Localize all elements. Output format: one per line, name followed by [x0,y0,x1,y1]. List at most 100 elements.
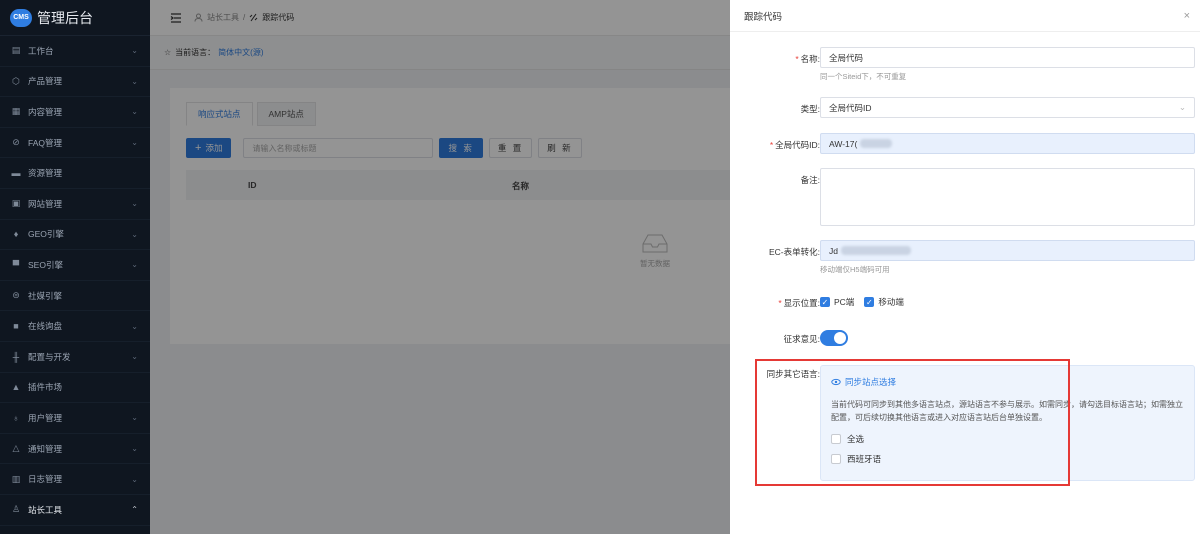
sidebar-item-label: 社媒引擎 [28,290,63,301]
sidebar-item-13[interactable]: △ 通知管理 ⌄ [0,434,150,465]
type-select-value: 全局代码ID [829,102,872,113]
sidebar-item-3[interactable]: ⊘ FAQ管理 ⌄ [0,128,150,159]
chevron-down-icon: ⌄ [131,76,138,86]
sidebar-item-label: SEO引擎 [28,259,63,270]
ec-input[interactable]: Jd [820,240,1195,261]
consent-label: 征求意见: [783,334,820,344]
social-icon: ⊜ [12,290,20,301]
consent-toggle[interactable] [820,330,848,346]
seo-icon: ▀ [12,259,20,270]
sidebar-menu: ▤ 工作台 ⌄ ⬡ 产品管理 ⌄ ▦ 内容管理 ⌄ ⊘ FAQ管理 ⌄ ▬ 资源管理 ▣ 网站管理 ⌄ ♦ GEO引… [0,36,150,526]
sidebar-item-label: 内容管理 [28,106,63,117]
remark-label: 备注: [800,175,820,185]
display-label-text: 显示位置: [783,298,820,308]
sidebar-item-11[interactable]: ▲ 插件市场 [0,373,150,404]
sidebar-item-1[interactable]: ⬡ 产品管理 ⌄ [0,67,150,98]
sidebar-item-5[interactable]: ▣ 网站管理 ⌄ [0,189,150,220]
chevron-down-icon: ⌄ [1178,102,1186,112]
sidebar-item-10[interactable]: ╫ 配置与开发 ⌄ [0,342,150,373]
sidebar-item-label: 资源管理 [28,168,63,179]
sidebar-item-label: 日志管理 [28,474,63,485]
sidebar-item-15[interactable]: ♙ 站长工具 ⌃ [0,495,150,526]
plugin-icon: ▲ [11,382,21,393]
sidebar-item-0[interactable]: ▤ 工作台 ⌄ [0,36,150,67]
close-icon[interactable]: × [1184,10,1190,22]
website-icon: ▣ [11,198,21,209]
checkbox-mobile[interactable]: ✓ 移动端 [864,296,904,308]
ec-value: Jd [829,245,838,256]
sidebar-item-2[interactable]: ▦ 内容管理 ⌄ [0,97,150,128]
document-icon: ▦ [11,106,21,117]
drawer-header: 跟踪代码 × [730,0,1200,32]
chevron-down-icon: ⌄ [131,46,138,56]
checkbox-select-all[interactable]: 全选 [831,433,1184,445]
sidebar-item-14[interactable]: ▥ 日志管理 ⌄ [0,464,150,495]
display-label: * 显示位置: [778,298,820,308]
name-label-text: 名称: [800,54,820,64]
user-icon: ♁ [12,412,20,423]
resource-icon: ▬ [11,168,21,179]
log-icon: ▥ [11,473,21,484]
check-icon: ✓ [820,297,830,307]
sync-panel: 同步站点选择 当前代码可同步到其他多语言站点，源站语言不参与展示。如需同步，请勾… [820,365,1195,481]
sidebar-item-9[interactable]: ■ 在线询盘 ⌄ [0,311,150,342]
dashboard-icon: ▤ [11,45,21,56]
chevron-down-icon: ⌄ [131,199,138,209]
sidebar-item-8[interactable]: ⊜ 社媒引擎 [0,281,150,312]
display-options: ✓ PC端 ✓ 移动端 [820,296,914,308]
chevron-down-icon: ⌄ [131,444,138,454]
sidebar-item-label: 工作台 [28,45,54,56]
sync-site-select-link[interactable]: 同步站点选择 [831,376,1184,388]
chevron-down-icon: ⌄ [131,107,138,117]
ec-hint: 移动端仅H5端码可用 [820,265,890,274]
checkbox-pc[interactable]: ✓ PC端 [820,296,854,308]
chevron-down-icon: ⌄ [131,352,138,362]
sidebar: CMS 管理后台 ▤ 工作台 ⌄ ⬡ 产品管理 ⌄ ▦ 内容管理 ⌄ ⊘ FAQ管理 ⌄ ▬ 资源管理 ▣ 网… [0,0,150,534]
drawer-title: 跟踪代码 [744,11,783,23]
sync-link-label: 同步站点选择 [845,377,897,387]
tracking-code-drawer: 跟踪代码 × * 名称: 全局代码 同一个Siteid下，不可重复 类型: 全局代… [730,0,1200,534]
select-all-label: 全选 [847,434,865,444]
global-id-label: * 全局代码ID: [769,140,820,150]
sidebar-item-label: GEO引擎 [28,229,64,240]
sidebar-item-6[interactable]: ♦ GEO引擎 ⌄ [0,220,150,251]
global-id-value: AW-17( [829,138,858,149]
chevron-down-icon: ⌄ [131,474,138,484]
main-content: 站长工具 / 跟踪代码 ☆ 当前语言： 简体中文(源) 响应式站点 AMP站点 … [150,0,730,534]
sidebar-item-label: 站长工具 [28,504,63,515]
global-id-label-text: 全局代码ID: [775,140,820,150]
global-id-input[interactable]: AW-17( [820,133,1195,154]
redacted-blur [840,246,911,255]
chevron-down-icon: ⌄ [131,229,138,239]
chevron-down-icon: ⌄ [131,138,138,148]
sidebar-item-label: 通知管理 [28,443,63,454]
remark-textarea[interactable] [820,168,1195,226]
chevron-up-icon: ⌃ [131,505,138,515]
sidebar-item-label: 插件市场 [28,382,63,393]
sidebar-item-label: FAQ管理 [28,137,63,148]
sidebar-item-label: 产品管理 [28,76,63,87]
sidebar-item-7[interactable]: ▀ SEO引擎 ⌄ [0,250,150,281]
redacted-blur [860,139,893,148]
checkbox-spanish[interactable]: 西班牙语 [831,453,1184,465]
sidebar-item-4[interactable]: ▬ 资源管理 [0,158,150,189]
type-select[interactable]: 全局代码ID ⌄ [820,97,1195,118]
sidebar-item-12[interactable]: ♁ 用户管理 ⌄ [0,403,150,434]
logo[interactable]: CMS 管理后台 [0,0,150,36]
modal-overlay[interactable] [150,0,730,534]
sidebar-item-label: 在线询盘 [28,321,63,332]
sync-description: 当前代码可同步到其他多语言站点，源站语言不参与展示。如需同步，请勾选目标语言站；… [831,400,1183,422]
checkbox-box [831,434,841,444]
sidebar-item-label: 网站管理 [28,198,63,209]
eye-icon [831,378,841,386]
name-input[interactable]: 全局代码 [820,47,1195,68]
bell-icon: △ [12,443,20,454]
checkbox-mobile-label: 移动端 [878,297,904,307]
chevron-down-icon: ⌄ [131,321,138,331]
sidebar-item-label: 配置与开发 [28,351,71,362]
sidebar-item-label: 用户管理 [28,412,63,423]
chevron-down-icon: ⌄ [131,413,138,423]
spanish-label: 西班牙语 [847,454,882,464]
checkbox-box [831,454,841,464]
sync-label: 同步其它语言: [766,369,820,379]
